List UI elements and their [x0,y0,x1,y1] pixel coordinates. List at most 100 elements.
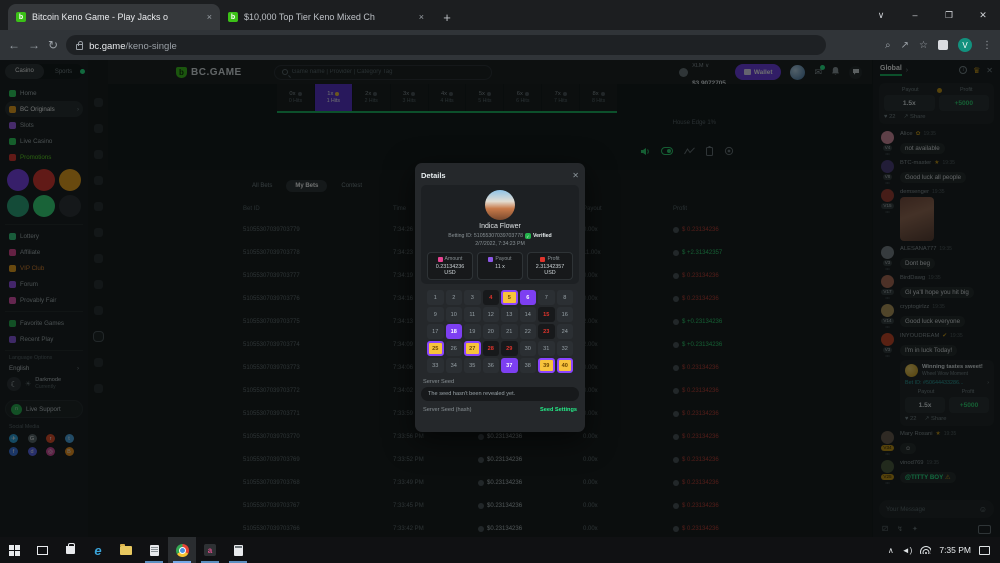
browser-profile-avatar[interactable]: V [958,38,972,52]
keno-cell[interactable]: 11 [464,307,481,322]
keno-cell[interactable]: 12 [483,307,500,322]
keno-cell[interactable]: 13 [501,307,518,322]
bookmark-star-icon[interactable]: ☆ [919,40,928,51]
edge-icon[interactable]: e [84,537,112,563]
share-icon[interactable]: ↗ [901,40,909,51]
keno-cell[interactable]: 37 [501,358,518,373]
keno-cell[interactable]: 26 [446,341,463,356]
window-dropdown-icon[interactable]: ∨ [864,0,898,30]
keno-cell[interactable]: 7 [538,290,555,305]
tab-title: Bitcoin Keno Game - Play Jacks o [32,12,201,22]
tab-close-icon[interactable]: × [207,12,212,22]
browser-toolbar: ← → ↻ bc.game/keno-single ⌕ ↗ ☆ V ⋮ [0,30,1000,60]
modal-title: Details [421,171,446,180]
player-name: Indica Flower [427,223,573,230]
keno-cell[interactable]: 36 [483,358,500,373]
stat-value: 0.23134236 USD [430,264,470,276]
browser-tab[interactable]: b$10,000 Top Tier Keno Mixed Ch× [220,4,432,30]
action-center-icon[interactable] [979,546,990,555]
keno-cell[interactable]: 22 [520,324,537,339]
stat-icon [540,257,545,262]
keno-cell[interactable]: 23 [538,324,555,339]
betting-id: Betting ID: 51055307039703778 [448,233,523,239]
modal-close-icon[interactable]: ✕ [572,171,579,180]
browser-tab[interactable]: b Bitcoin Keno Game - Play Jacks o × [8,4,220,30]
calculator-icon[interactable] [224,537,252,563]
back-icon[interactable]: ← [8,38,20,52]
keno-cell[interactable]: 17 [427,324,444,339]
bet-details-modal: Details ✕ Indica Flower Betting ID: 5105… [415,163,585,432]
window-minimize-button[interactable]: – [898,0,932,30]
stat-value: 2.31342357 USD [530,264,570,276]
keno-cell[interactable]: 5 [501,290,518,305]
kebab-menu-icon[interactable]: ⋮ [982,40,992,51]
notepad-icon[interactable] [140,537,168,563]
stat-amount: Amount0.23134236 USD [427,252,473,280]
stat-label: Profit [547,256,559,262]
keno-cell[interactable]: 38 [520,358,537,373]
keno-cell[interactable]: 1 [427,290,444,305]
verified-shield-icon: ✓ [525,233,531,239]
task-view-button[interactable] [28,537,56,563]
window-controls: ∨ – ❐ ✕ [864,0,1000,30]
reload-icon[interactable]: ↻ [48,38,58,52]
seed-settings-link[interactable]: Seed Settings [540,407,577,413]
keno-cell[interactable]: 27 [464,341,481,356]
server-seed-hash-label: Server Seed (hash) [423,407,472,413]
file-explorer-icon[interactable] [112,537,140,563]
tab-favicon: b [16,12,26,22]
keno-cell[interactable]: 21 [501,324,518,339]
url-path: /keno-single [126,41,177,52]
address-bar[interactable]: bc.game/keno-single [66,35,826,55]
window-maximize-button[interactable]: ❐ [932,0,966,30]
tab-favicon: b [228,12,238,22]
keno-cell[interactable]: 2 [446,290,463,305]
keno-cell[interactable]: 18 [446,324,463,339]
network-icon[interactable] [920,546,931,554]
keno-cell[interactable]: 16 [557,307,574,322]
lock-icon [76,44,83,50]
keno-cell[interactable]: 6 [520,290,537,305]
clock[interactable]: 7:35 PM [939,545,971,555]
window-close-button[interactable]: ✕ [966,0,1000,30]
keno-cell[interactable]: 40 [557,358,574,373]
keno-cell[interactable]: 3 [464,290,481,305]
keno-cell[interactable]: 25 [427,341,444,356]
chrome-icon[interactable] [168,537,196,563]
stat-value: 11 x [480,264,520,270]
tab-close-icon[interactable]: × [419,12,424,22]
extensions-icon[interactable] [938,40,948,50]
keno-cell[interactable]: 10 [446,307,463,322]
store-icon[interactable] [56,537,84,563]
keno-cell[interactable]: 32 [557,341,574,356]
verified-label: Verified [533,233,552,239]
screen: bBitcoin Keno Game - Play Jacks o×b$10,0… [0,0,1000,563]
zoom-icon[interactable]: ⌕ [885,40,891,51]
keno-cell[interactable]: 24 [557,324,574,339]
keno-cell[interactable]: 31 [538,341,555,356]
server-seed-value: The seed hasn't been revealed yet. [421,387,579,401]
keno-cell[interactable]: 9 [427,307,444,322]
keno-cell[interactable]: 19 [464,324,481,339]
start-button[interactable] [0,537,28,563]
keno-cell[interactable]: 4 [483,290,500,305]
media-app-icon[interactable]: a [196,537,224,563]
volume-icon[interactable]: ◄) [902,546,913,555]
keno-cell[interactable]: 8 [557,290,574,305]
new-tab-button[interactable]: + [436,6,458,28]
forward-icon[interactable]: → [28,38,40,52]
keno-cell[interactable]: 29 [501,341,518,356]
player-card: Indica Flower Betting ID: 51055307039703… [421,185,579,284]
keno-cell[interactable]: 35 [464,358,481,373]
keno-cell[interactable]: 34 [446,358,463,373]
keno-cell[interactable]: 39 [538,358,555,373]
tray-chevron-icon[interactable]: ∧ [888,546,894,555]
system-tray: ∧ ◄) 7:35 PM [888,537,1000,563]
keno-cell[interactable]: 14 [520,307,537,322]
keno-cell[interactable]: 28 [483,341,500,356]
keno-cell[interactable]: 30 [520,341,537,356]
keno-cell[interactable]: 20 [483,324,500,339]
tabs-wrap: bBitcoin Keno Game - Play Jacks o×b$10,0… [0,0,432,30]
keno-cell[interactable]: 15 [538,307,555,322]
keno-cell[interactable]: 33 [427,358,444,373]
